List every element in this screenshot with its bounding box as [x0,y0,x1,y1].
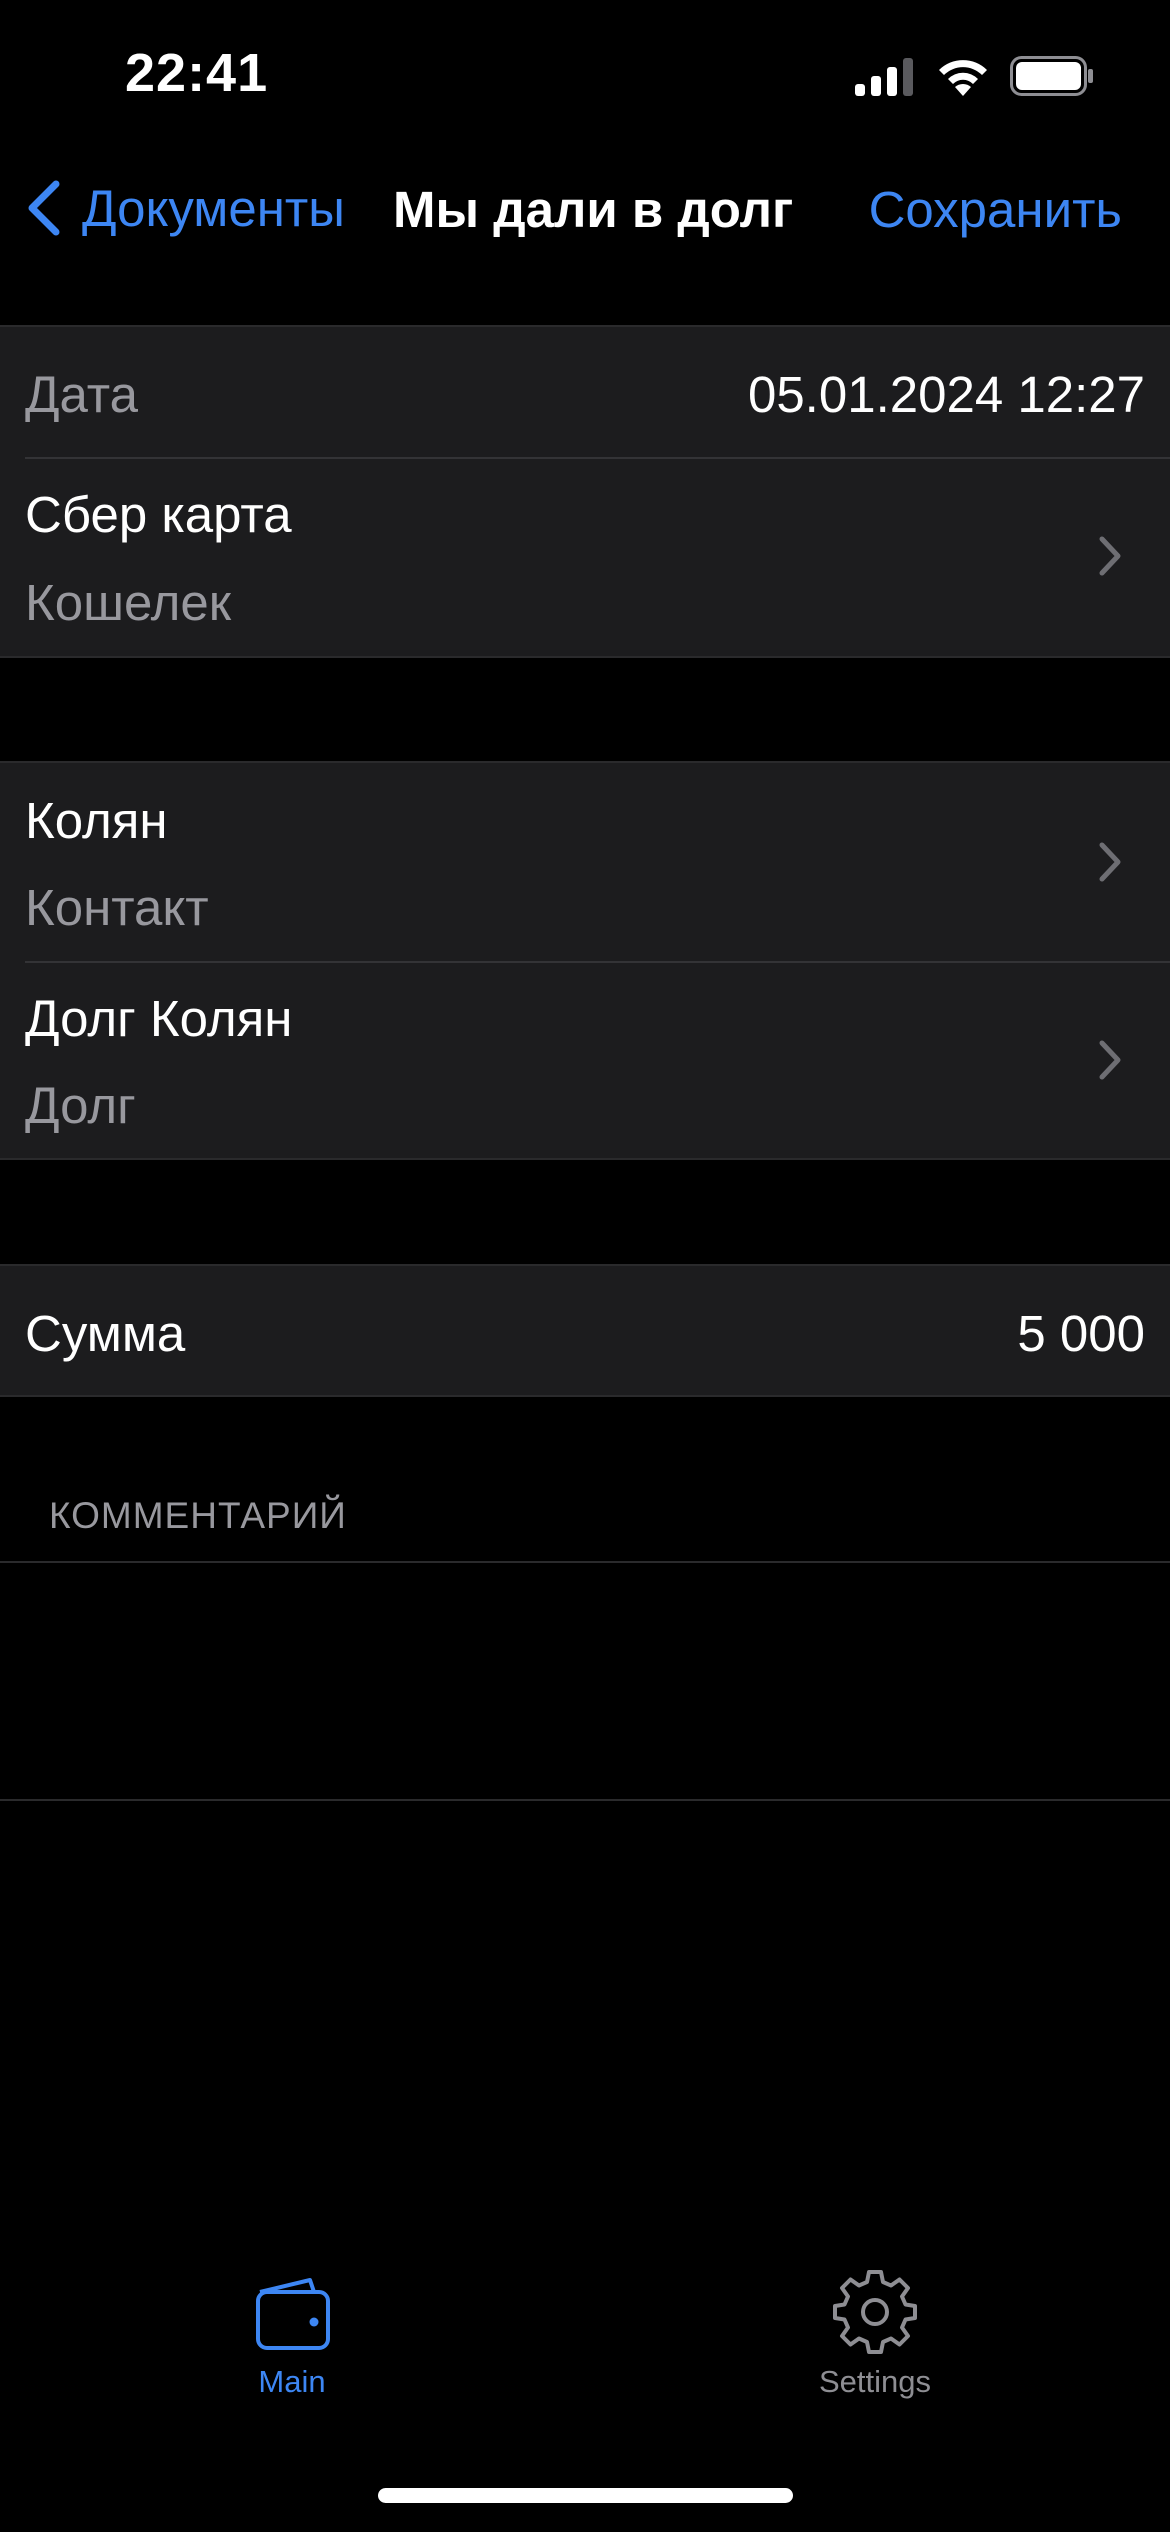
comment-header: КОММЕНТАРИЙ [49,1495,347,1536]
home-indicator [378,2488,793,2503]
page-title: Мы дали в долг [393,181,794,238]
save-button[interactable]: Сохранить [869,180,1122,239]
debt-subtitle: Долг [25,1077,136,1134]
contact-row[interactable]: Колян Контакт [0,763,1170,961]
chevron-left-icon [28,180,60,236]
date-row[interactable]: Дата 05.01.2024 12:27 [0,327,1170,457]
tab-main[interactable]: Main [192,2270,392,2430]
date-label: Дата [25,366,138,423]
wallet-subtitle: Кошелек [25,574,232,631]
chevron-right-icon [1099,536,1121,576]
gear-icon [833,2270,917,2354]
date-value: 05.01.2024 12:27 [747,366,1145,423]
contact-title: Колян [25,792,168,849]
wallet-row[interactable]: Сбер карта Кошелек [0,457,1170,656]
status-bar: 22:41 [0,0,1170,150]
debt-title: Долг Колян [25,990,293,1047]
tab-main-label: Main [258,2364,326,2399]
wifi-icon [939,60,987,96]
amount-row[interactable]: Сумма 5 000 [0,1266,1170,1395]
section-date-wallet: Дата 05.01.2024 12:27 Сбер карта Кошелек [0,325,1170,658]
chevron-right-icon [1099,842,1121,882]
battery-icon [1010,56,1093,96]
section-amount: Сумма 5 000 [0,1264,1170,1397]
amount-label: Сумма [25,1305,186,1362]
back-label: Документы [82,179,345,237]
tab-settings[interactable]: Settings [775,2270,975,2430]
status-time: 22:41 [125,43,269,103]
comment-textarea[interactable] [0,1561,1170,1801]
chevron-right-icon [1099,1040,1121,1080]
back-button[interactable]: Документы [24,175,345,241]
signal-icon [855,58,913,96]
wallet-icon [256,2278,330,2350]
tab-settings-label: Settings [818,2364,931,2399]
contact-subtitle: Контакт [25,879,209,936]
amount-value[interactable]: 5 000 [1017,1304,1145,1363]
debt-row[interactable]: Долг Колян Долг [0,961,1170,1158]
section-contact-debt: Колян Контакт Долг Колян Долг [0,761,1170,1160]
tab-bar: Main Settings [0,2270,1170,2430]
navigation-bar: Документы Мы дали в долг Сохранить [0,150,1170,265]
wallet-title: Сбер карта [25,486,292,543]
screen: 22:41 Документы Мы дали в долг Сохранить [0,0,1170,2532]
